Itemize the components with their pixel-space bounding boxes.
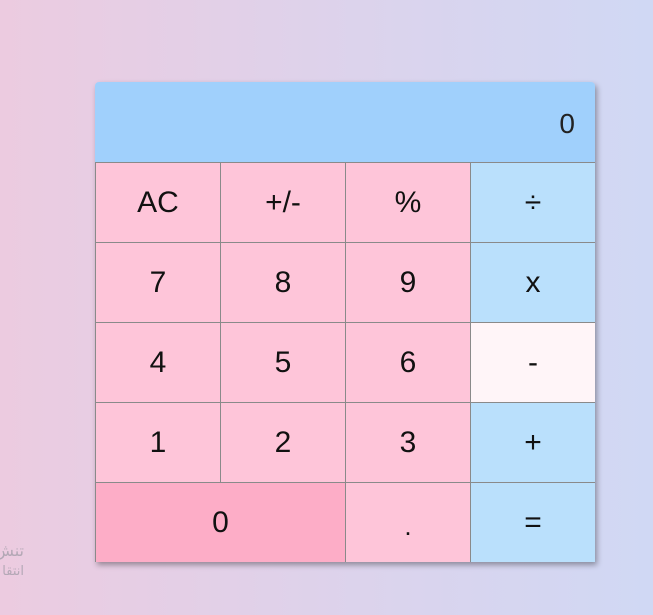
- key-label: %: [394, 185, 422, 219]
- toggle-sign-button[interactable]: +/-: [220, 162, 346, 243]
- key-label: +: [524, 425, 542, 459]
- key-label: ÷: [524, 185, 542, 219]
- all-clear-button[interactable]: AC: [95, 162, 221, 243]
- key-label: x: [525, 265, 541, 299]
- calculator-display: 0: [95, 82, 595, 162]
- key-label: 8: [274, 265, 292, 299]
- keypad: AC +/- % ÷ 7 8 9 x 4 5 6 - 1 2 3 + 0 . =: [95, 162, 595, 562]
- digit-1-button[interactable]: 1: [95, 402, 221, 483]
- decimal-point-button[interactable]: .: [345, 482, 471, 562]
- key-label: 3: [399, 425, 417, 459]
- add-button[interactable]: +: [470, 402, 595, 483]
- key-label: 5: [274, 345, 292, 379]
- digit-2-button[interactable]: 2: [220, 402, 346, 483]
- key-label: +/-: [265, 185, 301, 219]
- digit-9-button[interactable]: 9: [345, 242, 471, 323]
- multiply-button[interactable]: x: [470, 242, 595, 323]
- key-label: 7: [149, 265, 167, 299]
- subtract-button[interactable]: -: [470, 322, 595, 403]
- key-label: .: [404, 511, 412, 541]
- key-label: 9: [399, 265, 417, 299]
- key-label: -: [528, 345, 538, 379]
- key-label: 2: [274, 425, 292, 459]
- key-label: 4: [149, 345, 167, 379]
- digit-7-button[interactable]: 7: [95, 242, 221, 323]
- divide-button[interactable]: ÷: [470, 162, 595, 243]
- digit-6-button[interactable]: 6: [345, 322, 471, 403]
- digit-5-button[interactable]: 5: [220, 322, 346, 403]
- key-label: =: [524, 505, 542, 539]
- corner-text-line-1: تنش: [0, 541, 24, 560]
- key-label: 0: [212, 505, 229, 539]
- digit-4-button[interactable]: 4: [95, 322, 221, 403]
- display-value: 0: [559, 108, 575, 139]
- key-label: 1: [149, 425, 167, 459]
- digit-3-button[interactable]: 3: [345, 402, 471, 483]
- equals-button[interactable]: =: [470, 482, 595, 562]
- key-label: AC: [137, 185, 179, 219]
- calculator: 0 AC +/- % ÷ 7 8 9 x 4 5 6 - 1 2 3 + 0 .…: [95, 82, 595, 562]
- digit-8-button[interactable]: 8: [220, 242, 346, 323]
- digit-0-button[interactable]: 0: [95, 482, 346, 562]
- key-label: 6: [399, 345, 417, 379]
- clipped-corner-text: تنش انتقا: [0, 540, 24, 582]
- percent-button[interactable]: %: [345, 162, 471, 243]
- corner-text-line-2: انتقا: [2, 564, 24, 579]
